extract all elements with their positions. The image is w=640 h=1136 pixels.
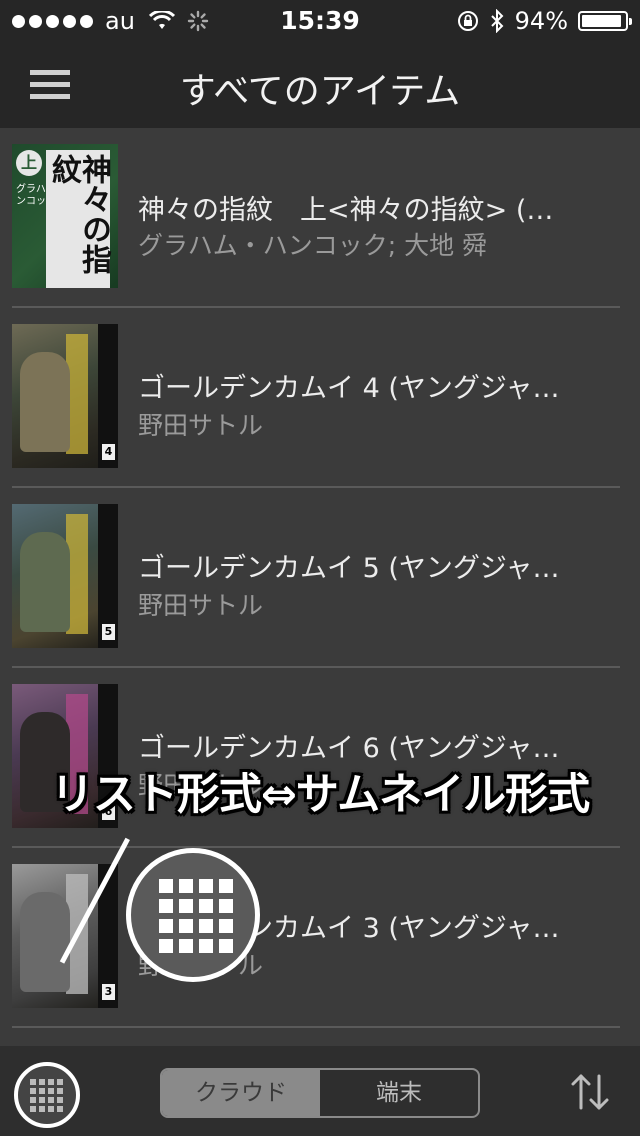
list-item[interactable]: 上 グラハム・ハンコック 神々の指紋 神々の指紋 上<神々の指紋> (… グラハ… (0, 128, 640, 308)
bluetooth-icon (490, 9, 504, 33)
book-cover: 上 グラハム・ハンコック 神々の指紋 (12, 144, 118, 288)
source-segmented-control: クラウド 端末 (160, 1068, 480, 1118)
item-author: グラハム・ハンコック; 大地 舜 (138, 231, 488, 260)
status-bar: au 15:39 94% (0, 0, 640, 40)
battery-percent: 94% (514, 7, 568, 35)
list-item[interactable]: 4 ゴールデンカムイ 4 (ヤングジャ… 野田サトル (0, 308, 640, 488)
book-cover: 5 (12, 504, 118, 648)
item-title: ゴールデンカムイ 5 (ヤングジャ… (138, 553, 560, 584)
overlay-caption: リスト形式⇔サムネイル形式 (50, 770, 590, 820)
book-cover: 4 (12, 324, 118, 468)
bottom-toolbar: クラウド 端末 (0, 1046, 640, 1136)
navigation-bar: すべてのアイテム (0, 40, 640, 128)
orientation-lock-icon (457, 11, 478, 31)
cover-volume-badge: 上 (16, 150, 42, 176)
grid-icon (159, 879, 233, 953)
battery-fill (582, 15, 622, 27)
item-title: ゴールデンカムイ 4 (ヤングジャ… (138, 373, 560, 404)
sort-icon[interactable] (568, 1072, 612, 1112)
cover-volume-number: 3 (102, 984, 115, 1000)
item-title: 神々の指紋 上<神々の指紋> (… (138, 195, 554, 226)
row-divider (12, 1026, 620, 1028)
cover-title: 神々の指紋 (46, 150, 111, 288)
grid-icon (30, 1079, 63, 1112)
view-toggle-button[interactable] (14, 1062, 80, 1128)
segment-device[interactable]: 端末 (320, 1070, 478, 1116)
list-item[interactable]: 3 ゴールデンカムイ 3 (ヤングジャ… 野田サトル (0, 848, 640, 1028)
item-author: 野田サトル (138, 411, 264, 440)
segment-cloud[interactable]: クラウド (162, 1070, 320, 1116)
item-author: 野田サトル (138, 591, 264, 620)
page-title: すべてのアイテム (179, 71, 461, 112)
magnified-grid-icon (126, 848, 260, 982)
cover-volume-number: 4 (102, 444, 115, 460)
cover-volume-number: 5 (102, 624, 115, 640)
battery-icon (578, 11, 632, 31)
list-item[interactable]: 5 ゴールデンカムイ 5 (ヤングジャ… 野田サトル (0, 488, 640, 668)
